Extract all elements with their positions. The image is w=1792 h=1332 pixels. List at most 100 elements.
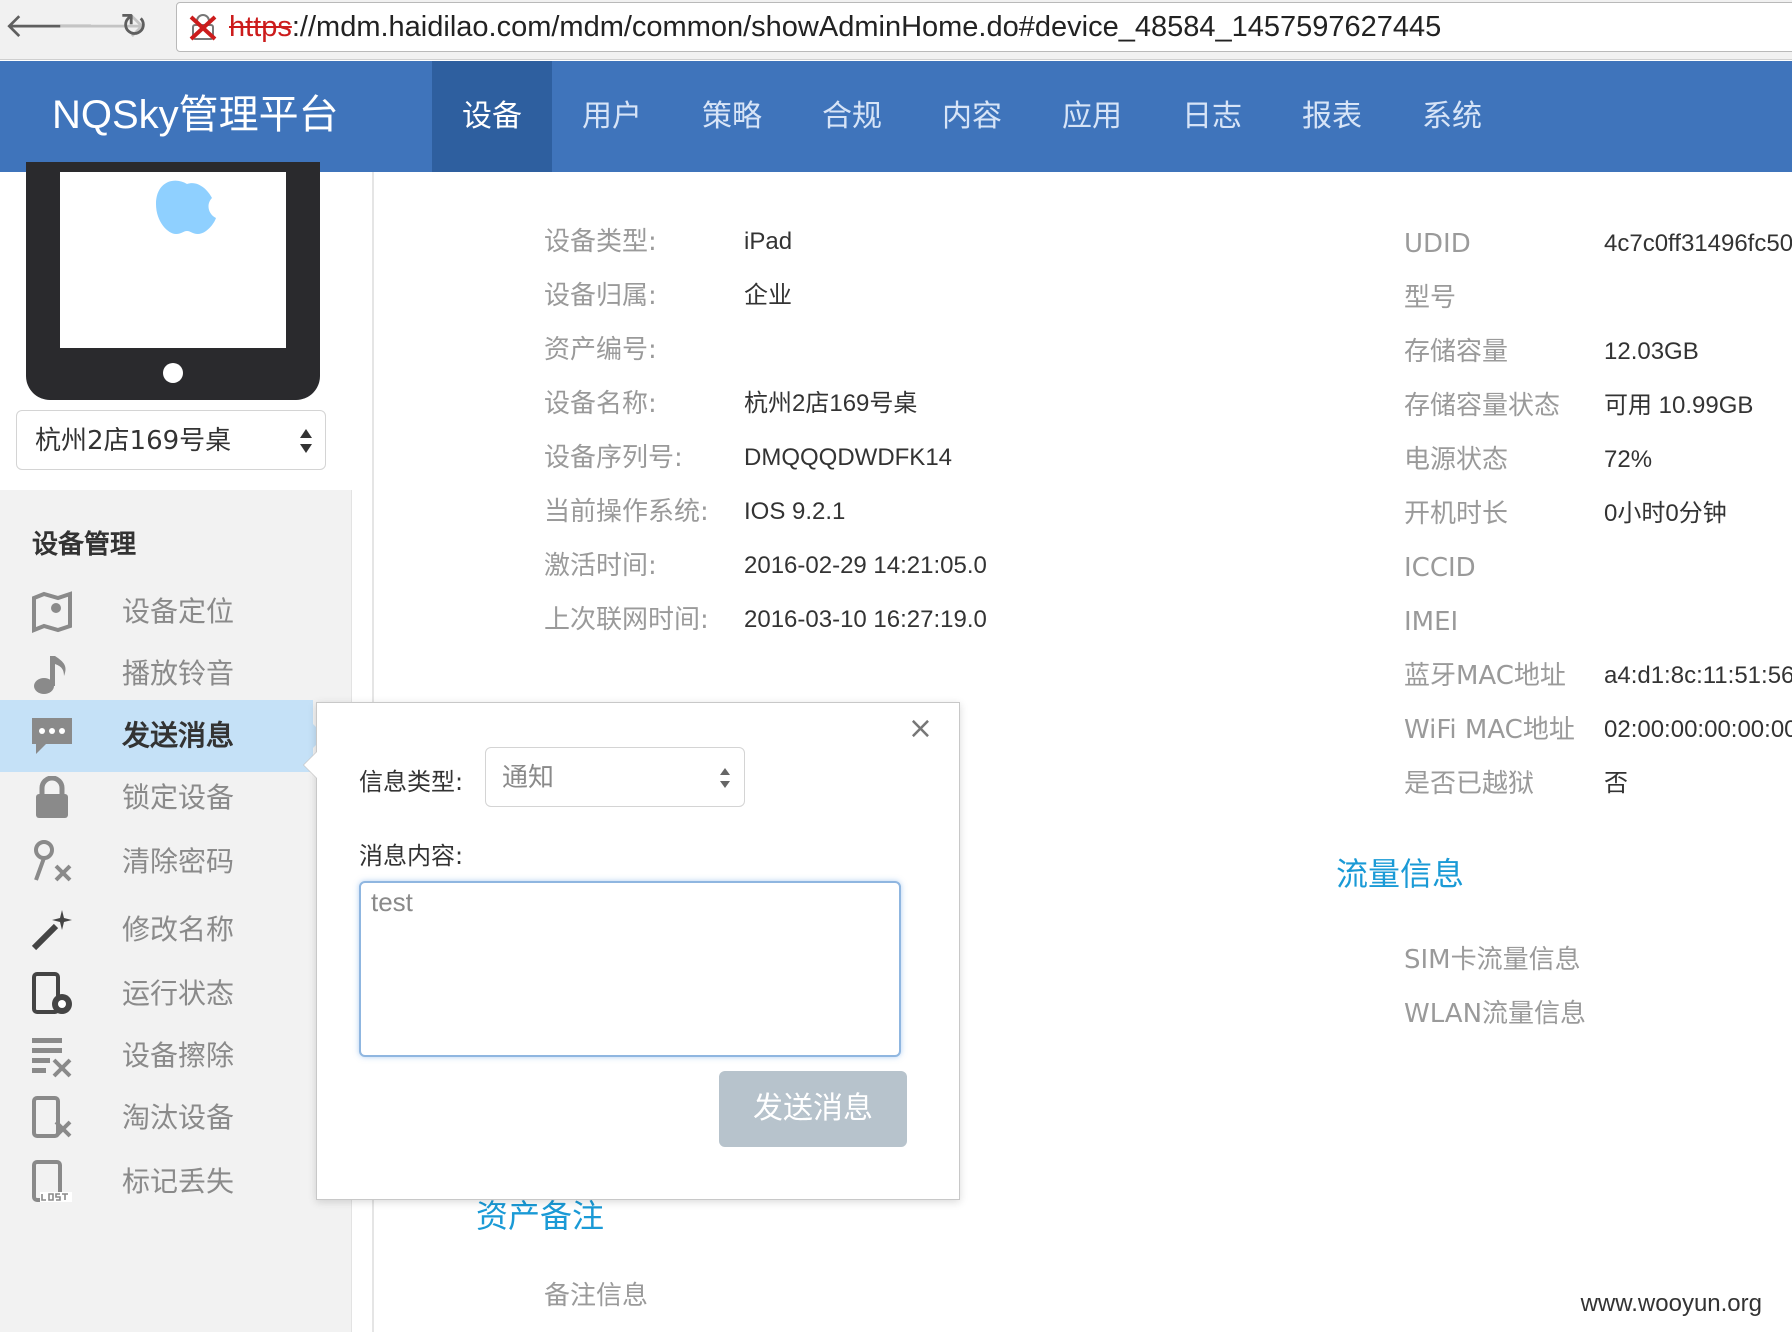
nav-compliance[interactable]: 合规 <box>792 61 912 172</box>
sidebar-item-retire[interactable]: 淘汰设备 <box>0 1082 313 1154</box>
back-button[interactable]: 🡐 <box>4 4 95 48</box>
top-nav: 设备 用户 策略 合规 内容 应用 日志 报表 系统 <box>432 61 1512 172</box>
section-title: 设备管理 <box>32 530 137 560</box>
sim-traffic-link[interactable]: SIM卡流量信息 <box>1404 944 1581 976</box>
info-value: 企业 <box>744 282 792 309</box>
app-title: NQSky管理平台 <box>52 93 339 137</box>
info-label: 设备类型: <box>544 227 657 257</box>
info-label: 上次联网时间: <box>544 605 709 635</box>
sidebar-item-label: 修改名称 <box>122 913 235 946</box>
magic-wand-icon <box>31 910 72 951</box>
sidebar-item-label: 运行状态 <box>122 977 235 1010</box>
close-icon[interactable]: × <box>908 711 933 747</box>
lost-icon <box>32 1160 72 1202</box>
info-value: iPad <box>744 228 793 255</box>
nav-apps[interactable]: 应用 <box>1032 61 1152 172</box>
info-label: 设备归属: <box>544 281 657 311</box>
device-preview: 杭州2店169号桌 <box>0 162 352 490</box>
info-label: 开机时长 <box>1404 499 1509 529</box>
device-status-icon <box>32 972 72 1014</box>
info-label: 资产编号: <box>544 335 657 365</box>
chat-bubble-icon <box>32 718 72 754</box>
info-label: 设备序列号: <box>544 443 683 473</box>
url-path: ://mdm.haidilao.com/mdm/common/showAdmin… <box>291 11 1442 43</box>
sidebar-item-label: 标记丢失 <box>122 1165 235 1198</box>
info-label: 当前操作系统: <box>544 497 709 527</box>
nav-user[interactable]: 用户 <box>552 61 672 172</box>
message-content-label: 消息内容: <box>359 842 464 870</box>
info-value: 4c7c0ff31496fc50 <box>1604 230 1792 257</box>
info-label: 电源状态 <box>1404 445 1509 475</box>
wlan-traffic-link[interactable]: WLAN流量信息 <box>1404 998 1586 1030</box>
select-arrows-icon <box>300 429 312 453</box>
sidebar: 杭州2店169号桌 设备管理 设备定位 播放铃音 发送消息 锁定设备 清除密码 … <box>0 162 352 1332</box>
info-value: 12.03GB <box>1604 338 1699 365</box>
url-text[interactable]: https://mdm.haidilao.com/mdm/common/show… <box>229 10 1441 44</box>
info-value: 72% <box>1604 446 1653 473</box>
nav-reports[interactable]: 报表 <box>1272 61 1392 172</box>
insecure-lock-icon <box>189 14 217 41</box>
ipad-image <box>26 162 320 400</box>
nav-content[interactable]: 内容 <box>912 61 1032 172</box>
info-label: ICCID <box>1404 553 1476 583</box>
message-type-select[interactable]: 通知 <box>485 747 745 807</box>
nav-device[interactable]: 设备 <box>432 61 552 172</box>
device-selector-value: 杭州2店169号桌 <box>35 426 232 456</box>
sidebar-item-label: 播放铃音 <box>122 657 235 690</box>
app-header: NQSky管理平台 设备 用户 策略 合规 内容 应用 日志 报表 系统 <box>0 61 1792 172</box>
info-value: 可用 10.99GB <box>1604 392 1754 419</box>
sidebar-item-label: 清除密码 <box>122 845 235 878</box>
nav-policy[interactable]: 策略 <box>672 61 792 172</box>
forward-button[interactable]: 🡒 <box>56 4 147 48</box>
message-type-value: 通知 <box>502 763 555 793</box>
sidebar-item-label: 锁定设备 <box>122 781 235 814</box>
info-label: 存储容量 <box>1404 337 1509 367</box>
asset-notes-heading: 资产备注 <box>476 1197 605 1235</box>
nav-logs[interactable]: 日志 <box>1152 61 1272 172</box>
info-label: 存储容量状态 <box>1404 391 1561 421</box>
sidebar-item-clear-password[interactable]: 清除密码 <box>0 826 313 898</box>
sidebar-item-label: 设备擦除 <box>122 1039 235 1072</box>
info-label: UDID <box>1404 229 1471 259</box>
watermark: www.wooyun.org <box>1580 1290 1762 1317</box>
info-label: 型号 <box>1404 283 1457 313</box>
message-content-field[interactable]: test <box>359 881 901 1057</box>
lock-icon <box>36 776 68 818</box>
info-label: 蓝牙MAC地址 <box>1404 661 1566 691</box>
url-scheme: https <box>229 11 292 43</box>
wipe-icon <box>32 1038 72 1078</box>
sidebar-item-label: 发送消息 <box>122 719 235 752</box>
select-arrows-icon <box>720 768 730 788</box>
send-message-popover: × 信息类型: 通知 消息内容: test 发送消息 <box>303 702 960 1200</box>
ipad-screen <box>60 172 286 348</box>
retire-icon <box>32 1096 72 1138</box>
send-message-button[interactable]: 发送消息 <box>719 1071 907 1147</box>
info-value: 否 <box>1604 770 1628 797</box>
message-type-label: 信息类型: <box>359 768 464 796</box>
info-label: IMEI <box>1404 607 1459 637</box>
info-label: WiFi MAC地址 <box>1404 715 1575 745</box>
info-label: 激活时间: <box>544 551 657 581</box>
traffic-heading: 流量信息 <box>1336 855 1465 893</box>
sidebar-item-label: 设备定位 <box>122 595 235 628</box>
reload-button[interactable]: ↻ <box>112 4 156 48</box>
sidebar-item-mark-lost[interactable]: 标记丢失 <box>0 1146 313 1218</box>
address-bar[interactable]: https://mdm.haidilao.com/mdm/common/show… <box>176 2 1792 52</box>
info-value: 杭州2店169号桌 <box>744 390 918 417</box>
device-selector[interactable]: 杭州2店169号桌 <box>16 410 326 470</box>
info-value: 0小时0分钟 <box>1604 500 1727 527</box>
music-note-icon <box>34 656 66 694</box>
info-label: 设备名称: <box>544 389 657 419</box>
info-value: IOS 9.2.1 <box>744 498 846 525</box>
map-icon <box>32 591 72 633</box>
info-value: 2016-03-10 16:27:19.0 <box>744 606 987 633</box>
ipad-home-button <box>163 363 183 383</box>
info-value: 02:00:00:00:00:00 <box>1604 716 1792 743</box>
info-value: DMQQQDWDFK14 <box>744 444 953 471</box>
browser-toolbar: 🡐 🡒 ↻ https://mdm.haidilao.com/mdm/commo… <box>0 0 1792 60</box>
nav-system[interactable]: 系统 <box>1392 61 1512 172</box>
info-value: 2016-02-29 14:21:05.0 <box>744 552 987 579</box>
sidebar-item-rename[interactable]: 修改名称 <box>0 894 313 966</box>
popover-arrow <box>303 751 317 779</box>
sidebar-item-lock[interactable]: 锁定设备 <box>0 762 313 834</box>
